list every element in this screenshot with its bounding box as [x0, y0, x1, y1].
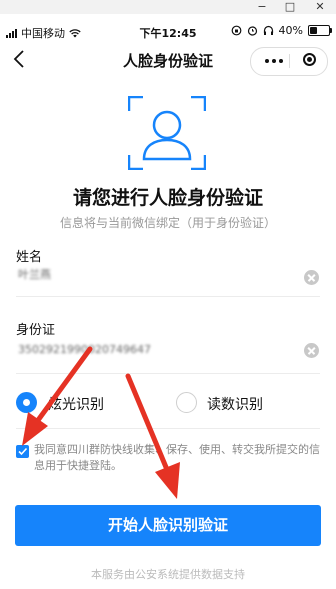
close-window-button[interactable]: ✕ — [306, 0, 334, 14]
maximize-button[interactable]: □ — [276, 0, 304, 14]
capsule-divider — [289, 54, 290, 68]
alarm-icon — [247, 26, 257, 36]
id-label: 身份证 — [16, 323, 56, 338]
verification-headline: 请您进行人脸身份验证 — [72, 187, 263, 209]
minimize-button[interactable]: − — [248, 0, 276, 14]
light-mode-label[interactable]: 炫光识别 — [48, 394, 104, 414]
mini-program-capsule — [250, 47, 328, 76]
light-mode-radio[interactable] — [16, 392, 37, 413]
id-input[interactable]: 3502921990020749647 — [16, 341, 168, 359]
clear-id-icon[interactable] — [304, 343, 319, 358]
agreement-text: 我同意四川群防快线收集、保存、使用、转交我所提交的信息用于快捷登陆。 — [34, 443, 320, 472]
name-label: 姓名 — [16, 250, 43, 265]
navigation-bar: 人脸身份验证 — [0, 43, 336, 77]
battery-percent: 40% — [278, 24, 303, 37]
agreement-checkbox[interactable] — [16, 445, 29, 458]
face-scan-icon — [128, 96, 206, 170]
annotation-arrows — [22, 346, 180, 499]
battery-icon — [308, 25, 332, 36]
window-titlebar: − □ ✕ — [0, 0, 336, 14]
name-divider — [16, 296, 320, 297]
close-mini-program-icon[interactable] — [303, 53, 316, 66]
rotation-lock-icon — [231, 25, 241, 36]
more-options-icon[interactable] — [265, 59, 283, 63]
id-divider — [16, 373, 320, 374]
status-bar: 中国移动 下午12:45 40% — [0, 22, 336, 42]
clear-name-icon[interactable] — [304, 270, 319, 285]
number-mode-label[interactable]: 读数识别 — [207, 394, 263, 414]
name-input[interactable]: 叶兰燕 — [16, 266, 68, 284]
binding-notice: 信息将与当前微信绑定（用于身份验证） — [59, 216, 276, 230]
arrow-to-start-button — [125, 373, 180, 499]
checkmark-icon — [18, 447, 28, 456]
start-face-recognition-button[interactable]: 开始人脸识别验证 — [15, 505, 321, 546]
number-mode-radio[interactable] — [176, 392, 197, 413]
data-support-footer: 本服务由公安系统提供数据支持 — [91, 568, 245, 581]
headphones-icon — [263, 25, 273, 35]
mode-divider — [16, 428, 320, 429]
